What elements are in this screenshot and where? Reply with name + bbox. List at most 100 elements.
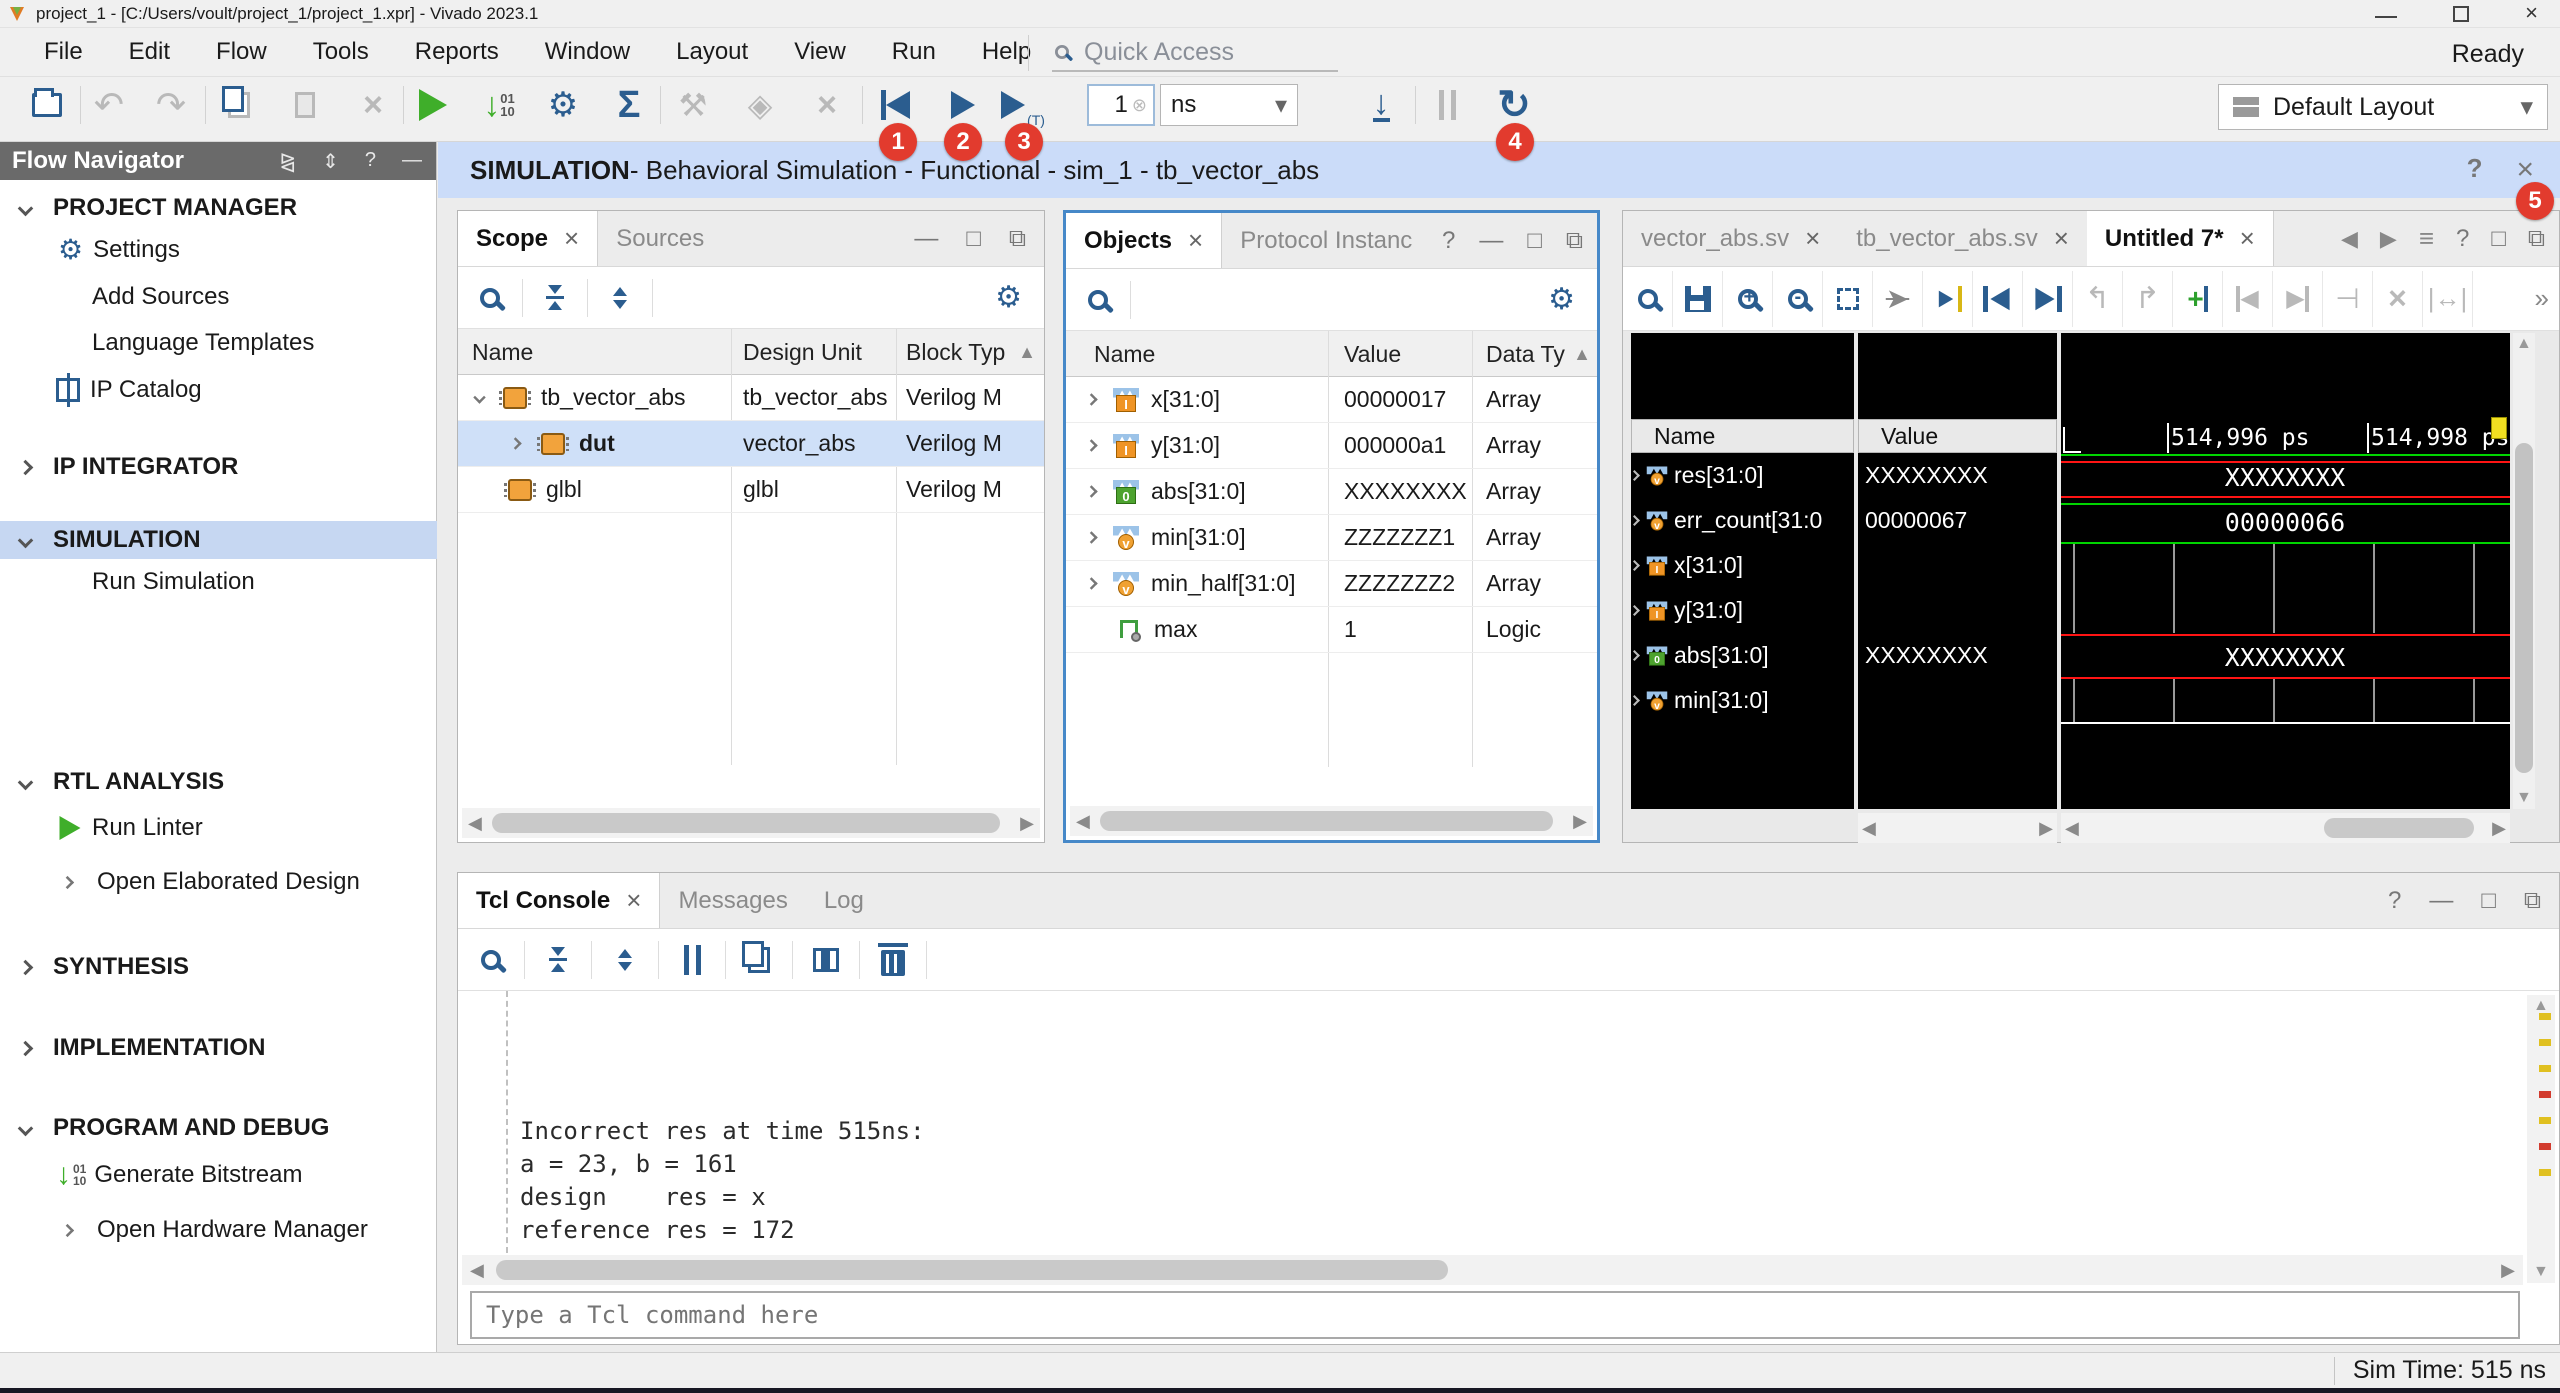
wave-remove-marker-button[interactable]: ⊣: [2323, 271, 2373, 327]
close-icon[interactable]: ×: [626, 885, 641, 916]
search-button[interactable]: [1066, 290, 1130, 310]
wave-zoom-out-button[interactable]: -: [1773, 271, 1823, 327]
expander-icon[interactable]: [509, 437, 521, 449]
close-icon[interactable]: ×: [2054, 223, 2069, 254]
tab-scroll-right-icon[interactable]: ▶: [2380, 226, 2397, 252]
scope-row-dut[interactable]: dut vector_abs Verilog M: [458, 421, 1044, 467]
clear-icon[interactable]: ⊗: [1132, 95, 1147, 116]
tab-scope[interactable]: Scope×: [458, 211, 598, 266]
tab-tb-vector-abs-sv[interactable]: tb_vector_abs.sv×: [1838, 211, 2087, 266]
objects-hscrollbar[interactable]: ◀ ▶: [1070, 806, 1593, 836]
menu-reports[interactable]: Reports: [415, 32, 499, 72]
col-value[interactable]: Value: [1344, 331, 1401, 377]
tab-menu-icon[interactable]: ≡: [2419, 223, 2434, 254]
collapse-all-button[interactable]: [525, 947, 591, 972]
sim-run-for-time-button[interactable]: (T): [1000, 82, 1046, 128]
wave-prev-transition-button[interactable]: [1973, 271, 2023, 327]
menu-flow[interactable]: Flow: [216, 32, 267, 72]
tab-protocol-instances[interactable]: Protocol Instanc: [1222, 213, 1430, 268]
wave-swap-after-button[interactable]: ↱: [2123, 271, 2173, 327]
maximize-icon[interactable]: □: [966, 225, 981, 253]
sim-run-all-button[interactable]: [940, 82, 986, 128]
scroll-right-icon[interactable]: ▶: [1020, 813, 1034, 834]
sidebar-section-rtl-analysis[interactable]: RTL ANALYSIS: [20, 763, 224, 801]
wave-next-transition-button[interactable]: [2023, 271, 2073, 327]
tab-tcl-console[interactable]: Tcl Console×: [458, 873, 660, 928]
help-icon[interactable]: ?: [2467, 153, 2483, 187]
menu-tools[interactable]: Tools: [313, 32, 369, 72]
wave-next-marker-button[interactable]: ▶: [2273, 271, 2323, 327]
sidebar-section-program-and-debug[interactable]: PROGRAM AND DEBUG: [20, 1109, 329, 1147]
scroll-down-icon[interactable]: ▼: [2516, 789, 2532, 807]
wave-goto-time-button[interactable]: [1923, 271, 1973, 327]
paste-button[interactable]: [282, 82, 328, 128]
quick-access-search[interactable]: Quick Access: [1052, 34, 1338, 72]
col-design-unit[interactable]: Design Unit: [743, 329, 862, 375]
tab-log[interactable]: Log: [806, 873, 882, 928]
tab-objects[interactable]: Objects×: [1066, 213, 1222, 268]
menu-view[interactable]: View: [794, 32, 846, 72]
sidebar-section-project-manager[interactable]: PROJECT MANAGER: [20, 189, 297, 227]
col-block-type[interactable]: Block Typ: [906, 329, 1005, 375]
toggle-columns-button[interactable]: [793, 948, 859, 972]
help-icon[interactable]: ?: [2388, 887, 2401, 915]
tab-untitled-7[interactable]: Untitled 7*×: [2087, 211, 2274, 266]
synth-disabled-button[interactable]: ◈: [737, 82, 783, 128]
wave-hscrollbar[interactable]: ◀ ▶: [2061, 813, 2510, 843]
tab-sources[interactable]: Sources: [598, 211, 722, 266]
wave-search-button[interactable]: [1623, 271, 1673, 327]
col-data-type[interactable]: Data Ty: [1486, 331, 1565, 377]
scroll-up-icon[interactable]: ▲: [1573, 331, 1591, 377]
tcl-hscrollbar[interactable]: ◀ ▶: [462, 1255, 2523, 1285]
col-name[interactable]: Name: [472, 329, 533, 375]
menu-edit[interactable]: Edit: [129, 32, 170, 72]
settings-gear-button[interactable]: ⚙: [540, 82, 586, 128]
wave-zoom-in-button[interactable]: +: [1723, 271, 1773, 327]
help-icon[interactable]: ?: [365, 149, 376, 174]
close-icon[interactable]: ×: [2240, 223, 2255, 254]
tcl-command-input[interactable]: [470, 1291, 2520, 1339]
close-icon[interactable]: ×: [564, 223, 579, 254]
window-maximize-button[interactable]: [2453, 6, 2469, 22]
objects-row-min[interactable]: v min[31:0] ZZZZZZZ1 Array: [1066, 515, 1597, 561]
tab-vector-abs-sv[interactable]: vector_abs.sv×: [1623, 211, 1838, 266]
sidebar-item-open-hardware-manager[interactable]: Open Hardware Manager: [62, 1211, 368, 1249]
scroll-left-icon[interactable]: ◀: [470, 1260, 484, 1281]
sidebar-item-settings[interactable]: ⚙Settings: [58, 231, 180, 269]
float-icon[interactable]: ⧉: [2528, 225, 2545, 253]
objects-row-max[interactable]: max 1 Logic: [1066, 607, 1597, 653]
objects-row-y[interactable]: I y[31:0] 000000a1 Array: [1066, 423, 1597, 469]
scope-hscrollbar[interactable]: ◀ ▶: [462, 808, 1040, 838]
sidebar-section-ip-integrator[interactable]: IP INTEGRATOR: [20, 448, 238, 486]
copy-button[interactable]: [726, 947, 792, 973]
run-button[interactable]: [410, 82, 456, 128]
menu-window[interactable]: Window: [545, 32, 630, 72]
expander-icon[interactable]: [1085, 485, 1097, 497]
sidebar-item-open-elaborated-design[interactable]: Open Elaborated Design: [62, 863, 360, 901]
tab-scroll-left-icon[interactable]: ◀: [2341, 226, 2358, 252]
menu-file[interactable]: File: [44, 32, 83, 72]
wave-delete-button[interactable]: ×: [2373, 271, 2423, 327]
wave-signal-abs[interactable]: 0abs[31:0]: [1629, 633, 1769, 678]
elaborate-disabled-button[interactable]: ⚒: [670, 82, 716, 128]
sidebar-section-simulation[interactable]: SIMULATION: [20, 521, 201, 559]
minimize-icon[interactable]: —: [914, 225, 938, 253]
time-unit-select[interactable]: ns ▾: [1160, 84, 1298, 126]
float-icon[interactable]: ⧉: [2524, 887, 2541, 915]
scroll-left-icon[interactable]: ◀: [2065, 818, 2079, 839]
maximize-icon[interactable]: □: [2481, 887, 2496, 915]
expander-icon[interactable]: [473, 391, 485, 403]
menu-help[interactable]: Help: [982, 32, 1031, 72]
scroll-thumb[interactable]: [496, 1260, 1448, 1280]
collapse-all-button[interactable]: [523, 285, 587, 310]
delete-button[interactable]: ×: [350, 82, 396, 128]
sim-pause-button[interactable]: [1424, 82, 1470, 128]
sidebar-item-generate-bitstream[interactable]: ↓0110Generate Bitstream: [56, 1156, 302, 1194]
float-icon[interactable]: ⧉: [1009, 225, 1026, 253]
sidebar-item-language-templates[interactable]: Language Templates: [92, 324, 314, 362]
sim-step-button[interactable]: ↓: [1358, 82, 1404, 128]
wave-save-button[interactable]: [1673, 271, 1723, 327]
help-icon[interactable]: ?: [2456, 225, 2469, 253]
scope-row-glbl[interactable]: glbl glbl Verilog M: [458, 467, 1044, 513]
report-sigma-button[interactable]: Σ: [606, 82, 652, 128]
